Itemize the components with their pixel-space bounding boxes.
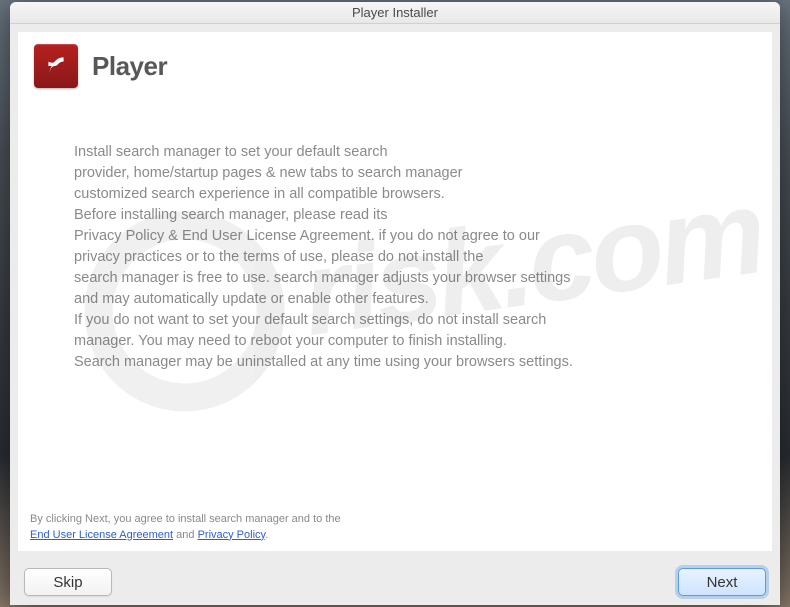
button-row: Skip Next — [10, 559, 780, 605]
footer-note: By clicking Next, you agree to install s… — [18, 508, 772, 551]
body-line: Search manager may be uninstalled at any… — [74, 352, 716, 373]
next-button[interactable]: Next — [678, 568, 766, 596]
body-text: Install search manager to set your defau… — [18, 104, 772, 508]
installer-window: Player Installer risk.com Player Install… — [10, 2, 780, 605]
body-line: privacy practices or to the terms of use… — [74, 247, 716, 268]
content-panel: risk.com Player Install search manager t… — [18, 32, 772, 551]
window-titlebar: Player Installer — [10, 2, 780, 24]
privacy-link[interactable]: Privacy Policy — [198, 529, 266, 541]
body-line: Install search manager to set your defau… — [74, 142, 716, 163]
body-line: search manager is free to use. search ma… — [74, 268, 716, 289]
body-line: If you do not want to set your default s… — [74, 310, 716, 331]
footer-prefix: By clicking Next, you agree to install s… — [30, 513, 341, 525]
body-line: provider, home/startup pages & new tabs … — [74, 163, 716, 184]
flash-logo-icon — [34, 44, 78, 88]
window-title: Player Installer — [352, 5, 438, 20]
body-line: customized search experience in all comp… — [74, 184, 716, 205]
footer-and: and — [173, 529, 197, 541]
skip-button[interactable]: Skip — [24, 568, 112, 596]
app-name: Player — [92, 51, 167, 82]
header: Player — [18, 32, 772, 104]
footer-suffix: . — [265, 529, 268, 541]
body-line: and may automatically update or enable o… — [74, 289, 716, 310]
body-line: manager. You may need to reboot your com… — [74, 331, 716, 352]
body-line: Before installing search manager, please… — [74, 205, 716, 226]
eula-link[interactable]: End User License Agreement — [30, 529, 173, 541]
body-line: Privacy Policy & End User License Agreem… — [74, 226, 716, 247]
